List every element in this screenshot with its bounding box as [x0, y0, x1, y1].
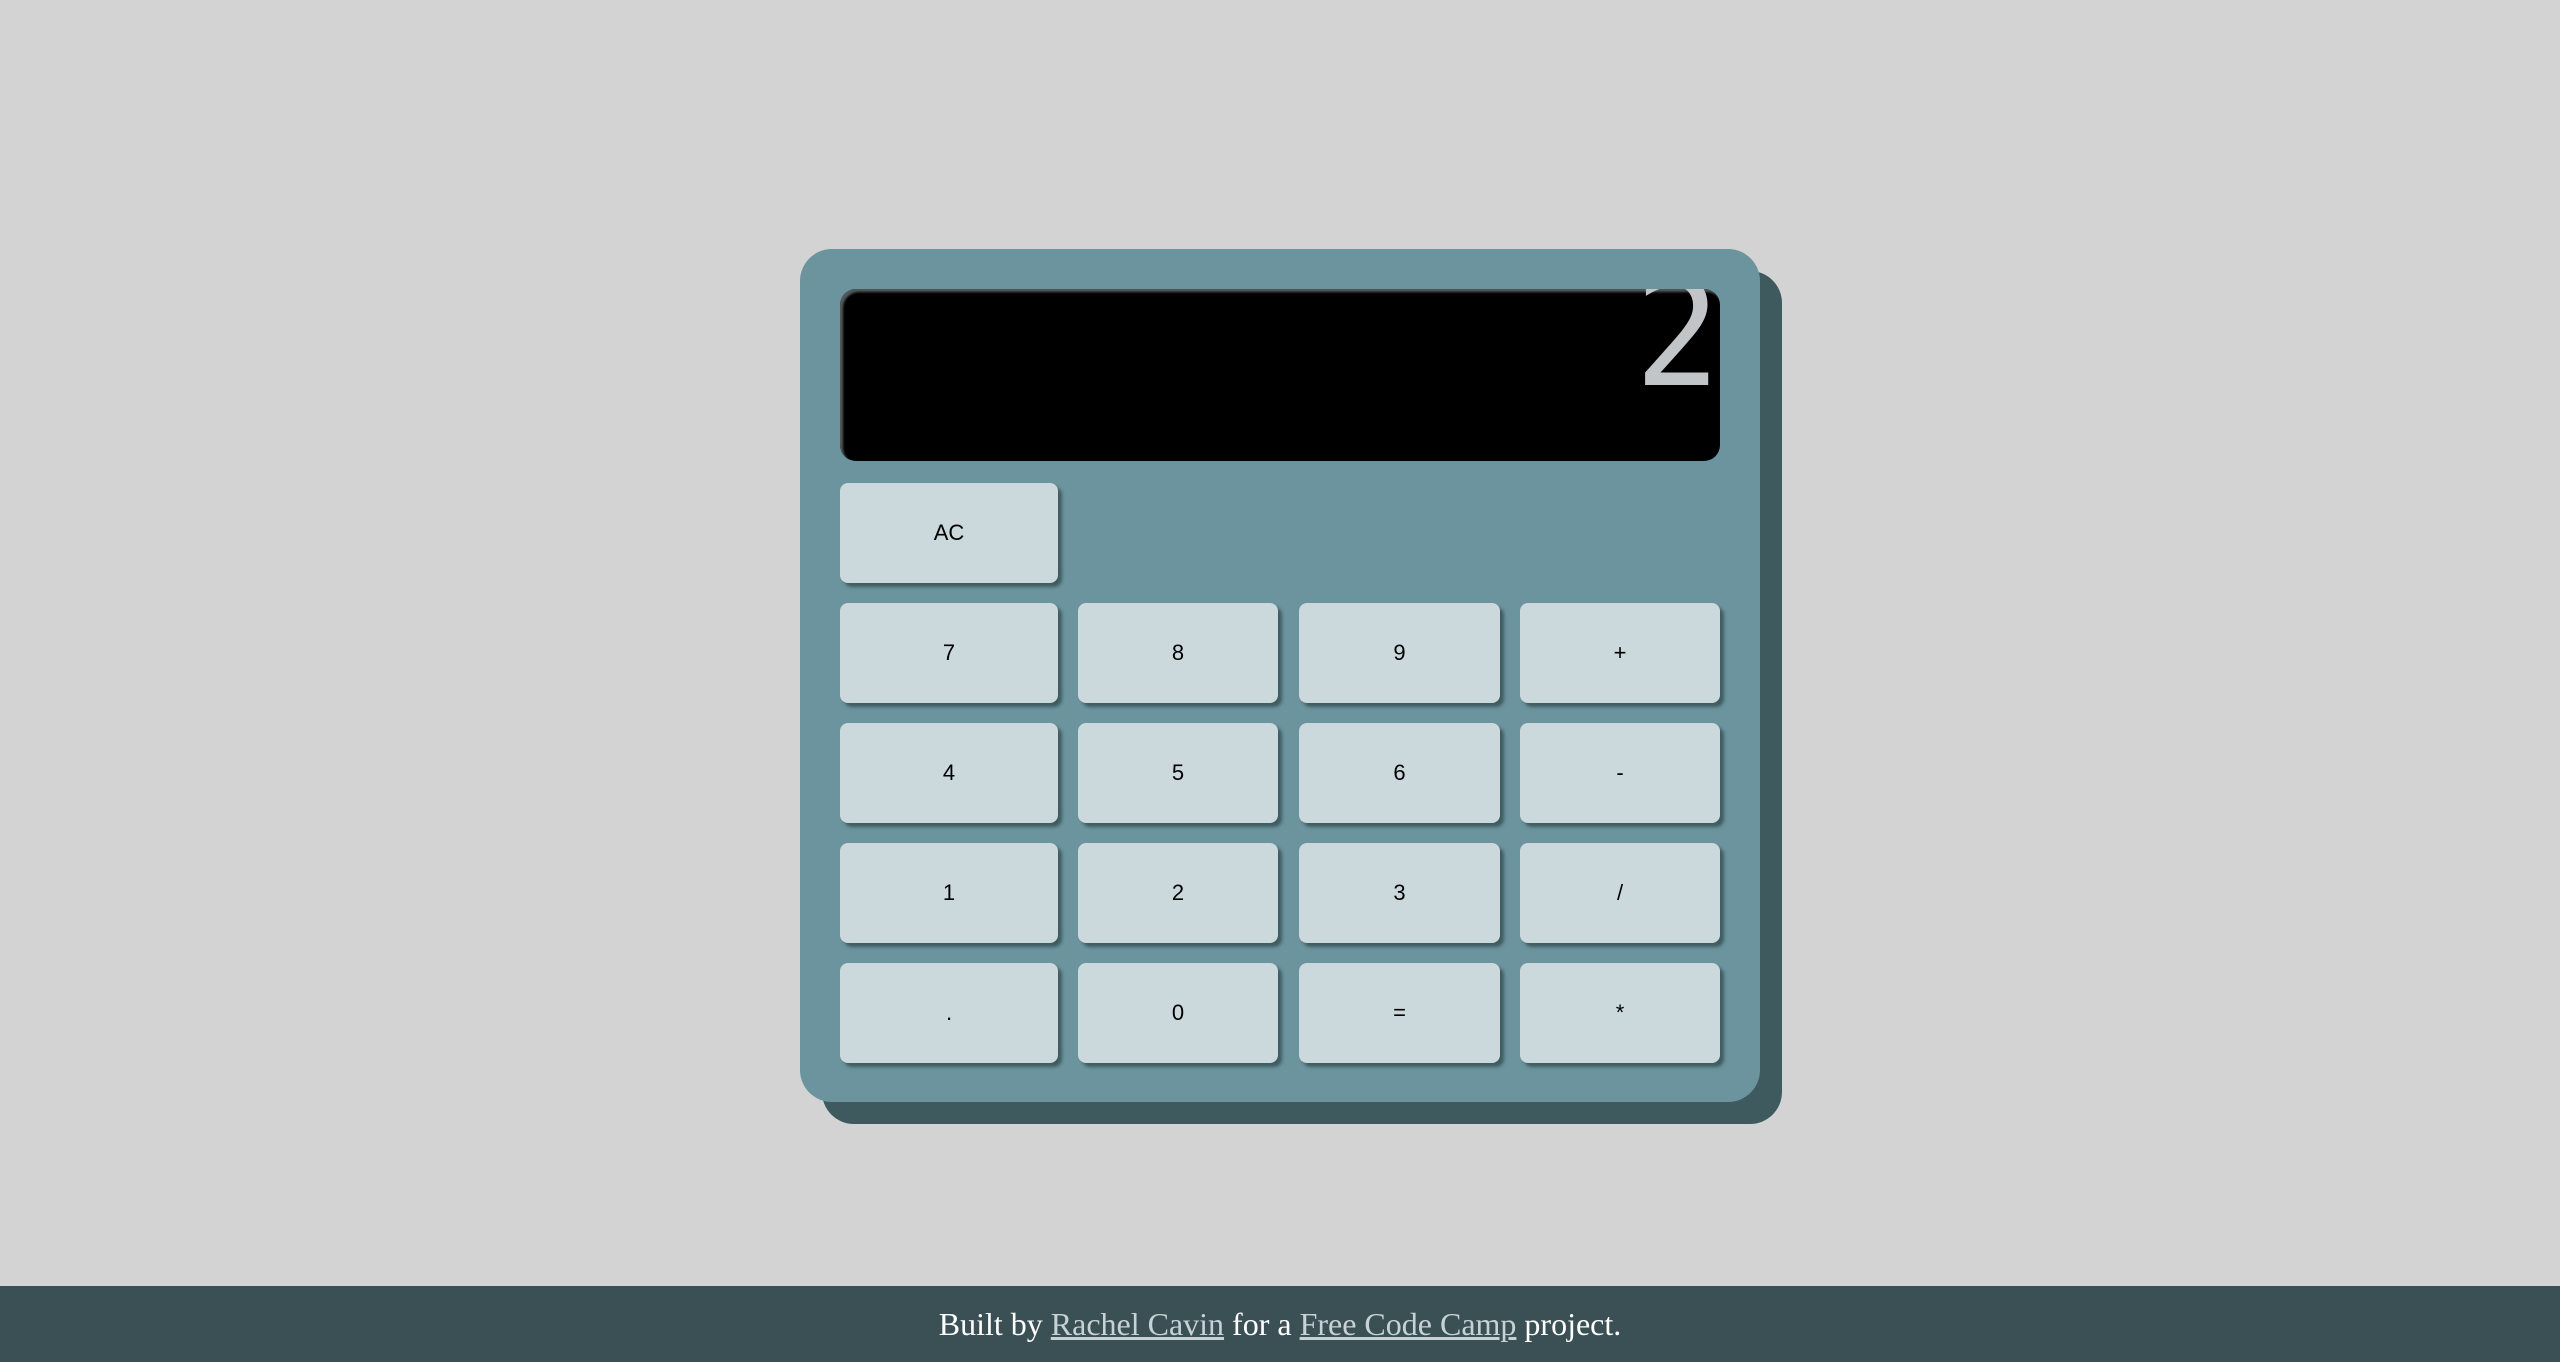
digit-5-button[interactable]: 5 [1078, 723, 1278, 823]
equals-button[interactable]: = [1299, 963, 1500, 1063]
calculator-display: 2 [840, 289, 1720, 461]
clear-button[interactable]: AC [840, 483, 1058, 583]
digit-3-button[interactable]: 3 [1299, 843, 1500, 943]
digit-9-button[interactable]: 9 [1299, 603, 1500, 703]
calculator: 2 AC 7 8 9 + 4 5 6 - 1 2 3 / . 0 = * [800, 249, 1760, 1102]
digit-8-button[interactable]: 8 [1078, 603, 1278, 703]
footer-middle: for a [1224, 1305, 1300, 1342]
digit-6-button[interactable]: 6 [1299, 723, 1500, 823]
footer-suffix: project. [1516, 1305, 1622, 1342]
add-button[interactable]: + [1520, 603, 1720, 703]
digit-1-button[interactable]: 1 [840, 843, 1058, 943]
footer-prefix: Built by [938, 1305, 1051, 1342]
subtract-button[interactable]: - [1520, 723, 1720, 823]
author-link[interactable]: Rachel Cavin [1051, 1306, 1224, 1343]
decimal-button[interactable]: . [840, 963, 1058, 1063]
digit-4-button[interactable]: 4 [840, 723, 1058, 823]
display-value: 2 [1634, 289, 1720, 421]
page: 2 AC 7 8 9 + 4 5 6 - 1 2 3 / . 0 = * Bui… [0, 0, 2560, 1362]
multiply-button[interactable]: * [1520, 963, 1720, 1063]
divide-button[interactable]: / [1520, 843, 1720, 943]
digit-2-button[interactable]: 2 [1078, 843, 1278, 943]
digit-7-button[interactable]: 7 [840, 603, 1058, 703]
footer: Built by Rachel Cavin for a Free Code Ca… [0, 1286, 2560, 1362]
digit-0-button[interactable]: 0 [1078, 963, 1278, 1063]
free-code-camp-link[interactable]: Free Code Camp [1300, 1306, 1517, 1343]
